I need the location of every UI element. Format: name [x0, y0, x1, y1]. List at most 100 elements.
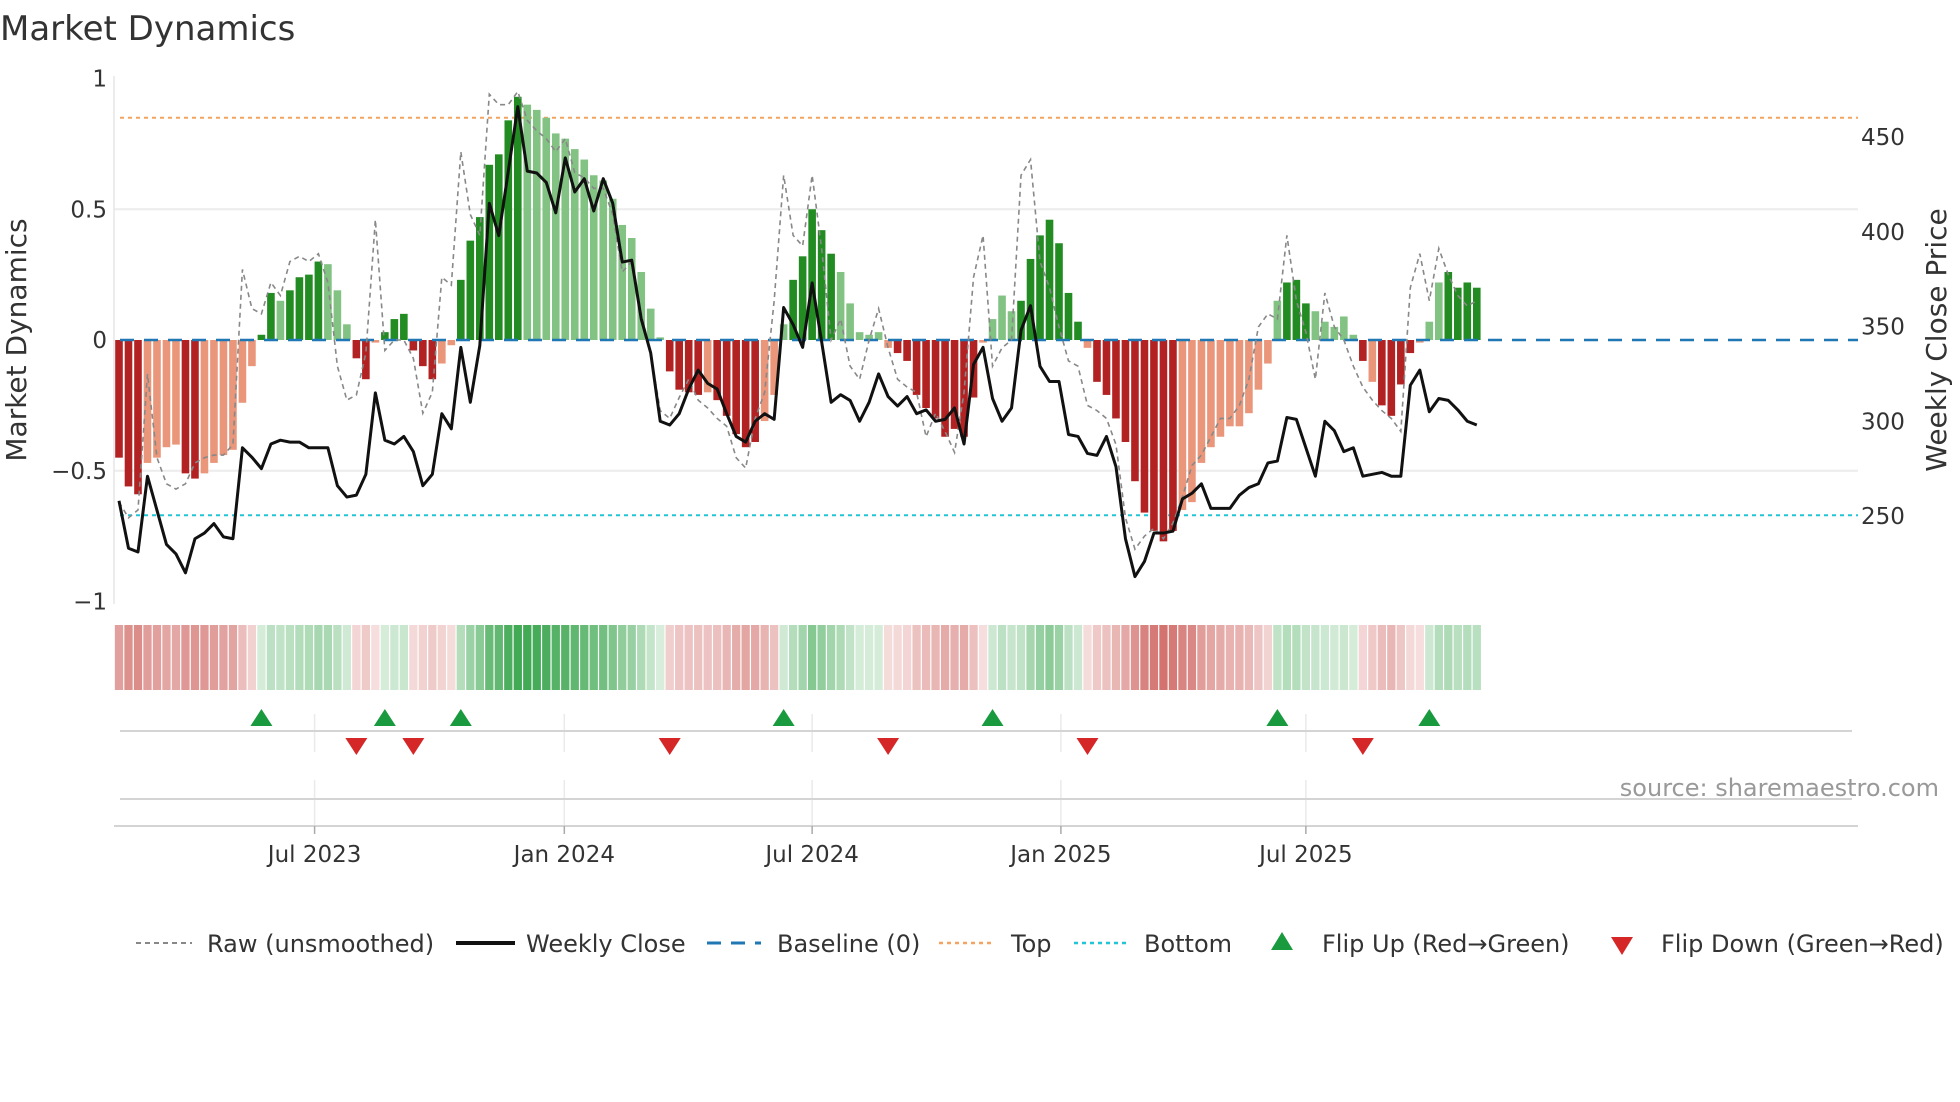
heatmap-cell — [390, 625, 399, 690]
momentum-bar — [162, 340, 171, 448]
momentum-bar — [1216, 340, 1225, 437]
legend-item-top: Top — [939, 930, 1052, 958]
source-attribution: source: sharemaestro.com — [1620, 774, 1939, 802]
heatmap-cell — [1045, 625, 1054, 690]
momentum-bar — [627, 238, 636, 340]
heatmap-cell — [1007, 625, 1016, 690]
heatmap-cell — [1406, 625, 1415, 690]
heatmap-cell — [1159, 625, 1168, 690]
triangle-up-icon — [1271, 932, 1293, 950]
momentum-bar — [1359, 340, 1367, 361]
heatmap-cell — [1377, 625, 1386, 690]
heatmap-cell — [409, 625, 418, 690]
momentum-bar — [542, 117, 551, 340]
heatmap-cell — [333, 625, 342, 690]
momentum-bar — [1311, 311, 1320, 340]
momentum-bar — [1140, 340, 1149, 513]
momentum-bar — [352, 340, 361, 359]
heatmap-cell — [1130, 625, 1140, 690]
momentum-bar — [267, 292, 275, 340]
heatmap-cell — [807, 625, 817, 690]
heatmap-cell — [893, 625, 902, 690]
heatmap-cell — [570, 625, 579, 690]
momentum-bar — [362, 340, 370, 380]
heatmap-cell — [219, 625, 228, 690]
momentum-bar — [1368, 340, 1377, 382]
momentum-bar — [447, 340, 456, 346]
left-axis-label: Market Dynamics — [0, 218, 33, 461]
heatmap-cell — [646, 625, 655, 690]
momentum-bar — [1273, 300, 1282, 340]
heatmap-cell — [1444, 625, 1453, 690]
legend-item-flip-up: Flip Up (Red→Green) — [1271, 930, 1570, 958]
heatmap-cell — [1273, 625, 1282, 690]
momentum-bar — [409, 340, 418, 351]
momentum-bar — [551, 133, 560, 340]
heatmap-cell — [352, 625, 361, 690]
heatmap-cell — [437, 625, 446, 690]
heatmap-cell — [304, 625, 314, 690]
left-tick-label: 0.5 — [70, 197, 107, 223]
heatmap-cell — [247, 625, 257, 690]
heatmap-cell — [475, 625, 484, 690]
heatmap-cell — [542, 625, 551, 690]
heatmap-cell — [428, 625, 437, 690]
momentum-bar — [438, 340, 446, 364]
heatmap-cell — [1301, 625, 1311, 690]
heatmap-cell — [665, 625, 674, 690]
momentum-bar — [903, 340, 911, 361]
right-tick-label: 350 — [1861, 315, 1905, 341]
momentum-bar — [931, 340, 940, 419]
heatmap-cell — [285, 625, 295, 690]
momentum-bar — [314, 261, 323, 340]
heatmap-cell — [143, 625, 152, 690]
right-tick-label: 250 — [1861, 504, 1905, 530]
heatmap-cell — [1054, 625, 1064, 690]
heatmap-cell — [266, 625, 276, 690]
momentum-bar — [172, 340, 180, 445]
momentum-bar — [1463, 282, 1472, 340]
heatmap-cell — [171, 625, 181, 690]
heatmap-cell — [1434, 625, 1443, 690]
momentum-bar — [599, 180, 608, 340]
momentum-bar — [124, 340, 133, 487]
momentum-bar — [665, 340, 674, 372]
momentum-bar — [305, 274, 313, 340]
momentum-bar — [1425, 321, 1434, 340]
heatmap-cell — [637, 625, 646, 690]
left-tick-label: 1 — [92, 67, 107, 93]
momentum-bar — [846, 303, 854, 340]
momentum-bar — [295, 277, 304, 340]
momentum-bar — [1159, 340, 1168, 542]
heatmap-cell — [883, 625, 893, 690]
momentum-bar — [1235, 340, 1244, 427]
right-tick-label: 300 — [1861, 409, 1905, 435]
flip-up-marker — [772, 709, 795, 726]
legend-label: Bottom — [1144, 930, 1232, 958]
heatmap-cell — [798, 625, 807, 690]
momentum-bar — [1197, 340, 1206, 463]
heatmap-cell — [997, 625, 1007, 690]
legend-label: Flip Up (Red→Green) — [1322, 930, 1570, 958]
heatmap-cell — [675, 625, 684, 690]
heatmap-cell — [371, 625, 380, 690]
heatmap-cell — [1064, 625, 1073, 690]
heatmap-cell — [599, 625, 608, 690]
heatmap-cell — [921, 625, 931, 690]
heatmap-cell — [1111, 625, 1121, 690]
heatmap-cell — [399, 625, 408, 690]
momentum-heatmap-strip — [114, 625, 1481, 690]
legend-label: Flip Down (Green→Red) — [1661, 930, 1944, 958]
heatmap-cell — [1225, 625, 1235, 690]
heatmap-cell — [608, 625, 617, 690]
heatmap-cell — [162, 625, 171, 690]
heatmap-cell — [864, 625, 874, 690]
heatmap-cell — [181, 625, 190, 690]
heatmap-cell — [133, 625, 143, 690]
heatmap-cell — [361, 625, 371, 690]
legend-item-raw: Raw (unsmoothed) — [136, 930, 434, 958]
triangle-down-icon — [1611, 937, 1633, 955]
heatmap-cell — [1235, 625, 1244, 690]
heatmap-cell — [1026, 625, 1035, 690]
heatmap-cell — [1035, 625, 1045, 690]
